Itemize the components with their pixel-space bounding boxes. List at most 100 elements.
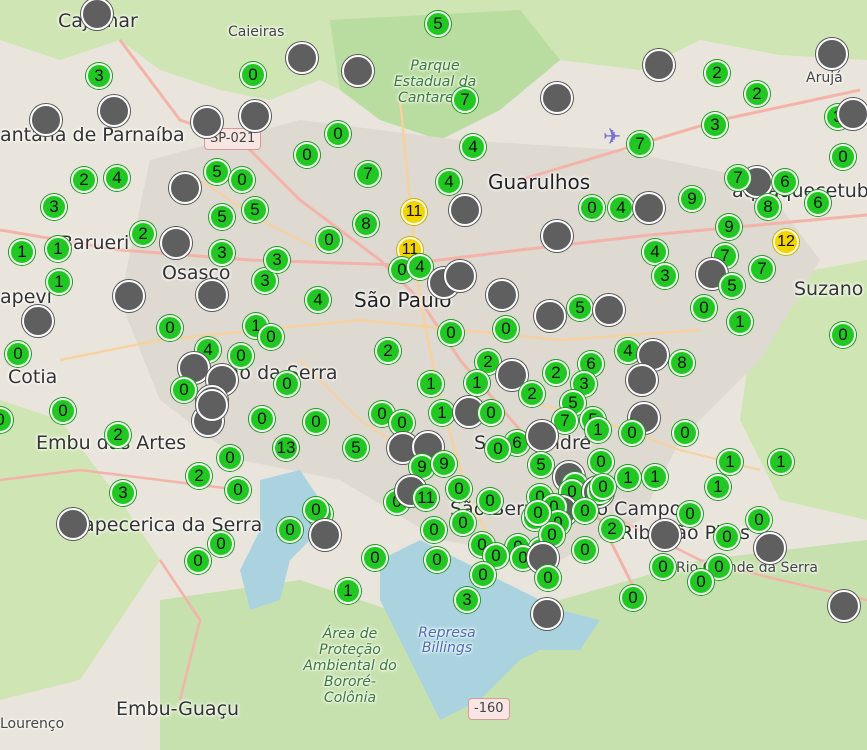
station-marker-offline[interactable]: [57, 508, 89, 540]
station-marker[interactable]: 0: [579, 195, 605, 221]
station-marker[interactable]: 5: [528, 452, 554, 478]
station-marker[interactable]: 3: [652, 263, 678, 289]
station-marker[interactable]: 0: [249, 406, 275, 432]
station-marker-offline[interactable]: [22, 305, 54, 337]
map-view[interactable]: ✈ CajamarCaieirasParque Estadual da Cant…: [0, 0, 867, 750]
station-marker[interactable]: 0: [303, 409, 329, 435]
station-marker[interactable]: 5: [567, 295, 593, 321]
station-marker[interactable]: 0: [50, 398, 76, 424]
station-marker-offline[interactable]: [196, 389, 228, 421]
station-marker[interactable]: 0: [446, 476, 472, 502]
station-marker[interactable]: 1: [418, 371, 444, 397]
station-marker[interactable]: 3: [110, 480, 136, 506]
station-marker[interactable]: 2: [744, 81, 770, 107]
station-marker-offline[interactable]: [541, 82, 573, 114]
station-marker[interactable]: 0: [325, 121, 351, 147]
station-marker[interactable]: 9: [716, 214, 742, 240]
station-marker[interactable]: 12: [773, 229, 799, 255]
station-marker-offline[interactable]: [98, 95, 130, 127]
station-marker[interactable]: 1: [705, 474, 731, 500]
station-marker[interactable]: 7: [749, 256, 775, 282]
station-marker[interactable]: 0: [274, 371, 300, 397]
station-marker-offline[interactable]: [593, 294, 625, 326]
station-marker-offline[interactable]: [449, 194, 481, 226]
station-marker-offline[interactable]: [643, 49, 675, 81]
station-marker[interactable]: 0: [362, 545, 388, 571]
station-marker[interactable]: 0: [677, 501, 703, 527]
station-marker[interactable]: 1: [717, 449, 743, 475]
station-marker-offline[interactable]: [113, 280, 145, 312]
station-marker[interactable]: 2: [105, 422, 131, 448]
station-marker[interactable]: 4: [642, 239, 668, 265]
station-marker[interactable]: 0: [525, 500, 551, 526]
station-marker[interactable]: 7: [452, 87, 478, 113]
station-marker-offline[interactable]: [160, 227, 192, 259]
station-marker[interactable]: 0: [830, 144, 856, 170]
station-marker[interactable]: 0: [493, 316, 519, 342]
station-marker[interactable]: 9: [431, 451, 457, 477]
station-marker-offline[interactable]: [534, 300, 566, 332]
station-marker[interactable]: 0: [5, 341, 31, 367]
station-marker[interactable]: 0: [217, 445, 243, 471]
station-marker[interactable]: 2: [704, 60, 730, 86]
station-marker-offline[interactable]: [342, 55, 374, 87]
station-marker[interactable]: 11: [413, 485, 439, 511]
station-marker[interactable]: 7: [627, 131, 653, 157]
station-marker[interactable]: 0: [688, 569, 714, 595]
station-marker[interactable]: 1: [768, 449, 794, 475]
station-marker-offline[interactable]: [196, 279, 228, 311]
station-marker[interactable]: 0: [185, 548, 211, 574]
station-marker[interactable]: 1: [642, 464, 668, 490]
station-marker[interactable]: 3: [41, 194, 67, 220]
station-marker[interactable]: 0: [171, 377, 197, 403]
station-marker[interactable]: 2: [519, 381, 545, 407]
station-marker[interactable]: 1: [45, 236, 71, 262]
station-marker[interactable]: 5: [719, 273, 745, 299]
station-marker-offline[interactable]: [649, 519, 681, 551]
station-marker[interactable]: 1: [615, 465, 641, 491]
station-marker[interactable]: 0: [157, 315, 183, 341]
station-marker[interactable]: 9: [679, 186, 705, 212]
station-marker[interactable]: 4: [436, 169, 462, 195]
station-marker-offline[interactable]: [541, 220, 573, 252]
station-marker[interactable]: 0: [450, 510, 476, 536]
station-marker[interactable]: 3: [264, 247, 290, 273]
station-marker[interactable]: 5: [242, 197, 268, 223]
station-marker[interactable]: 4: [460, 134, 486, 160]
station-marker[interactable]: 13: [273, 435, 299, 461]
station-marker[interactable]: 3: [454, 587, 480, 613]
station-marker[interactable]: 5: [343, 435, 369, 461]
station-marker[interactable]: 8: [669, 350, 695, 376]
station-marker[interactable]: 5: [425, 11, 451, 37]
station-marker[interactable]: 4: [305, 287, 331, 313]
station-marker[interactable]: 0: [650, 554, 676, 580]
station-marker[interactable]: 2: [543, 360, 569, 386]
station-marker-offline[interactable]: [526, 420, 558, 452]
station-marker[interactable]: 0: [619, 420, 645, 446]
station-marker-offline[interactable]: [828, 590, 860, 622]
station-marker-offline[interactable]: [286, 42, 318, 74]
station-marker[interactable]: 1: [46, 269, 72, 295]
station-marker[interactable]: 2: [130, 221, 156, 247]
station-marker-offline[interactable]: [309, 519, 341, 551]
station-marker[interactable]: 0: [470, 562, 496, 588]
station-marker[interactable]: 7: [355, 161, 381, 187]
station-marker[interactable]: 0: [316, 227, 342, 253]
station-marker[interactable]: 6: [805, 190, 831, 216]
station-marker[interactable]: 2: [375, 338, 401, 364]
station-marker-offline[interactable]: [486, 279, 518, 311]
station-marker[interactable]: 0: [830, 322, 856, 348]
station-marker[interactable]: 5: [209, 204, 235, 230]
station-marker[interactable]: 1: [335, 578, 361, 604]
station-marker[interactable]: 0: [485, 436, 511, 462]
station-marker-offline[interactable]: [444, 260, 476, 292]
station-marker[interactable]: 11: [401, 199, 427, 225]
station-marker[interactable]: 3: [86, 63, 112, 89]
station-marker-offline[interactable]: [169, 172, 201, 204]
station-marker[interactable]: 5: [204, 159, 230, 185]
station-marker[interactable]: 0: [672, 420, 698, 446]
station-marker[interactable]: 0: [277, 517, 303, 543]
station-marker-offline[interactable]: [531, 598, 563, 630]
station-marker[interactable]: 2: [71, 167, 97, 193]
station-marker[interactable]: 0: [691, 295, 717, 321]
